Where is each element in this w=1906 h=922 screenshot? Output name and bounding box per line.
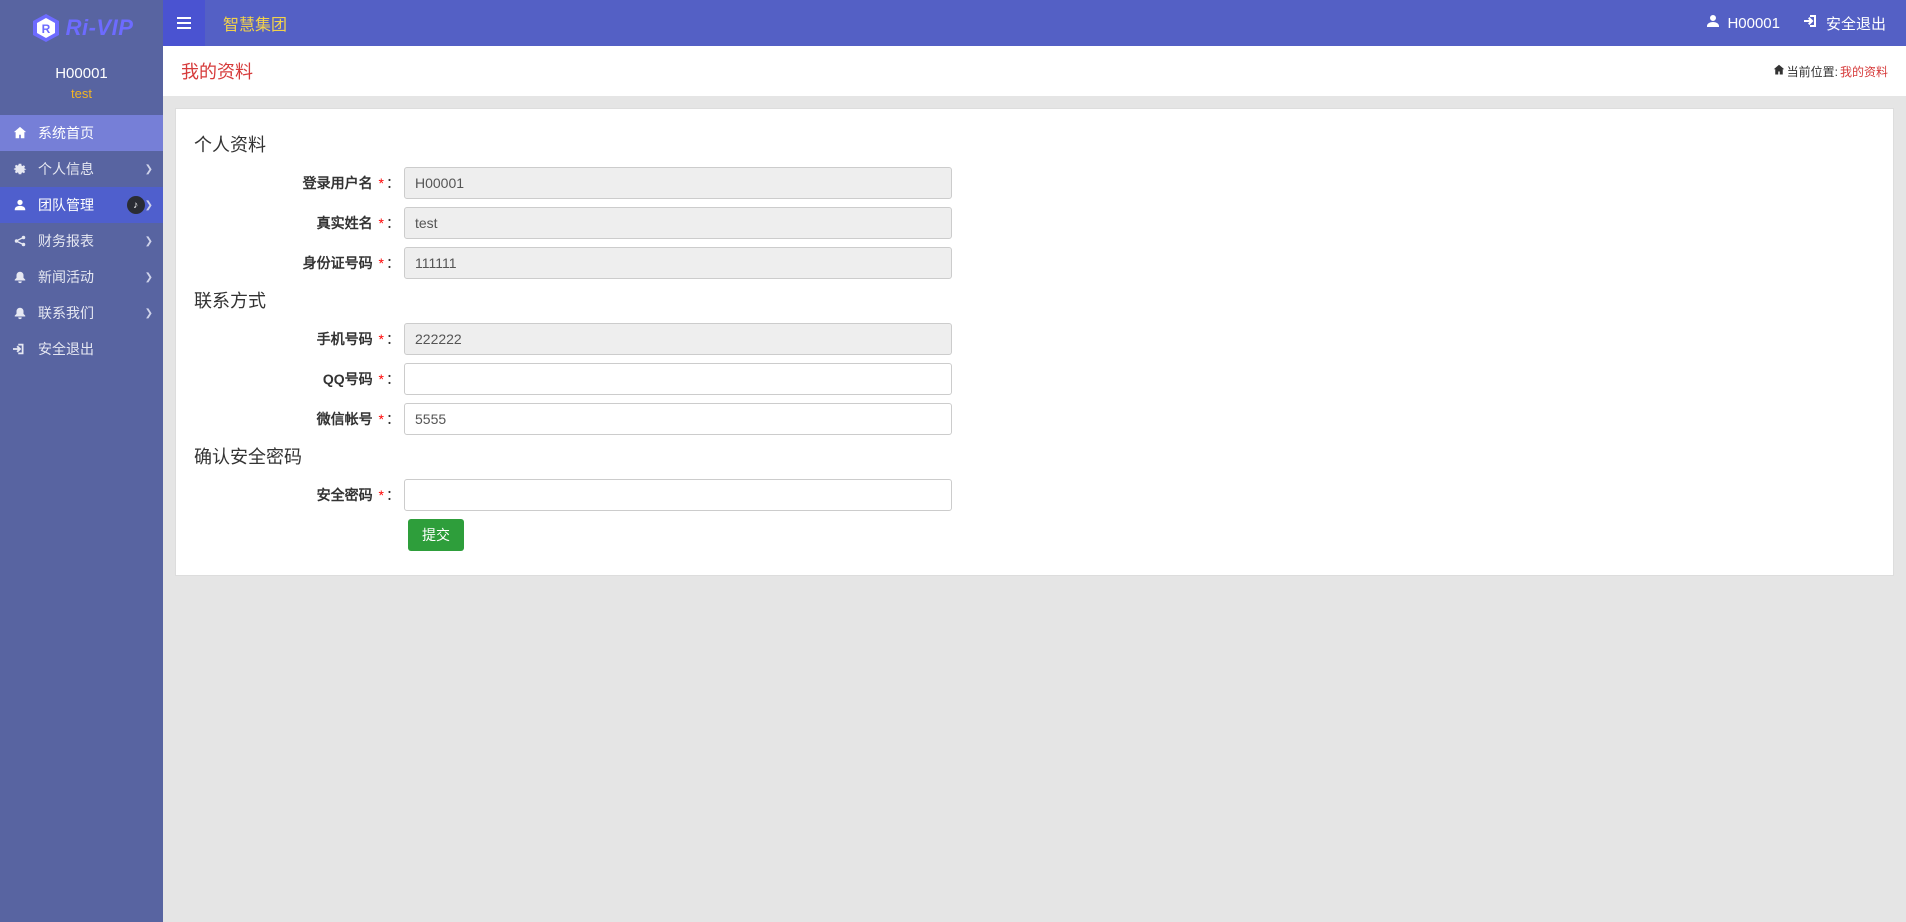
logo-icon: R xyxy=(30,12,62,44)
svg-text:R: R xyxy=(41,22,50,36)
sidebar-item-label: 财务报表 xyxy=(38,231,145,251)
bell-icon xyxy=(10,270,30,284)
input-id-number xyxy=(404,247,952,279)
user-icon xyxy=(1705,13,1721,33)
user-icon xyxy=(10,198,30,212)
logo-text: Ri-VIP xyxy=(66,15,134,41)
row-wechat: 微信帐号 *： xyxy=(194,403,1875,435)
menu-toggle-button[interactable] xyxy=(163,0,205,46)
section-confirm: 确认安全密码 xyxy=(194,443,1875,469)
chevron-right-icon: ❯ xyxy=(145,236,153,247)
exit-icon xyxy=(1804,13,1820,33)
sidebar-user-name: test xyxy=(0,86,163,101)
sidebar-item-label: 个人信息 xyxy=(38,159,145,179)
breadcrumb: 当前位置: 我的资料 xyxy=(1773,63,1888,80)
chevron-right-icon: ❯ xyxy=(145,272,153,283)
sidebar: R Ri-VIP H00001 test 系统首页 个人信息 ❯ xyxy=(0,0,163,922)
sidebar-item-label: 安全退出 xyxy=(38,339,153,359)
label-sec-pwd: 安全密码 *： xyxy=(194,485,404,505)
share-icon xyxy=(10,234,30,248)
content-area: 个人资料 登录用户名 *： 真实姓名 *： xyxy=(163,96,1906,588)
sidebar-item-label: 系统首页 xyxy=(38,123,153,143)
row-login-name: 登录用户名 *： xyxy=(194,167,1875,199)
topbar-title: 智慧集团 xyxy=(223,11,287,35)
chevron-right-icon: ❯ xyxy=(145,164,153,175)
sidebar-item-team[interactable]: 团队管理 ♪ ❯ xyxy=(0,187,163,223)
chevron-right-icon: ❯ xyxy=(145,200,153,211)
topbar-logout-link[interactable]: 安全退出 xyxy=(1792,0,1906,46)
sidebar-item-finance[interactable]: 财务报表 ❯ xyxy=(0,223,163,259)
label-wechat: 微信帐号 *： xyxy=(194,409,404,429)
input-sec-pwd[interactable] xyxy=(404,479,952,511)
sidebar-item-label: 团队管理 xyxy=(38,195,121,215)
sidebar-user-block: H00001 test xyxy=(0,55,163,115)
exit-icon xyxy=(10,342,30,356)
sidebar-item-profile[interactable]: 个人信息 ❯ xyxy=(0,151,163,187)
sidebar-item-contact[interactable]: 联系我们 ❯ xyxy=(0,295,163,331)
input-qq[interactable] xyxy=(404,363,952,395)
sidebar-item-label: 联系我们 xyxy=(38,303,145,323)
label-id-number: 身份证号码 *： xyxy=(194,253,404,273)
row-id-number: 身份证号码 *： xyxy=(194,247,1875,279)
row-sec-pwd: 安全密码 *： xyxy=(194,479,1875,511)
topbar: 智慧集团 H00001 安全退出 xyxy=(163,0,1906,46)
topbar-user-link[interactable]: H00001 xyxy=(1693,0,1792,46)
topbar-user-label: H00001 xyxy=(1727,15,1780,32)
label-login-name: 登录用户名 *： xyxy=(194,173,404,193)
home-icon xyxy=(1773,64,1785,79)
label-real-name: 真实姓名 *： xyxy=(194,213,404,233)
input-real-name xyxy=(404,207,952,239)
page-title: 我的资料 xyxy=(181,58,253,84)
bell-icon xyxy=(10,306,30,320)
submit-row: 提交 xyxy=(194,519,1875,551)
gear-icon xyxy=(10,162,30,176)
topbar-logout-label: 安全退出 xyxy=(1826,13,1886,34)
sidebar-item-label: 新闻活动 xyxy=(38,267,145,287)
sidebar-nav: 系统首页 个人信息 ❯ 团队管理 ♪ ❯ 财务 xyxy=(0,115,163,367)
input-login-name xyxy=(404,167,952,199)
input-wechat[interactable] xyxy=(404,403,952,435)
submit-button[interactable]: 提交 xyxy=(408,519,464,551)
sidebar-item-home[interactable]: 系统首页 xyxy=(0,115,163,151)
notification-badge: ♪ xyxy=(127,196,145,214)
row-mobile: 手机号码 *： xyxy=(194,323,1875,355)
chevron-right-icon: ❯ xyxy=(145,308,153,319)
row-real-name: 真实姓名 *： xyxy=(194,207,1875,239)
bars-icon xyxy=(177,17,191,29)
breadcrumb-prefix: 当前位置: xyxy=(1787,63,1838,80)
sidebar-user-id: H00001 xyxy=(0,65,163,82)
row-qq: QQ号码 *： xyxy=(194,363,1875,395)
breadcrumb-current[interactable]: 我的资料 xyxy=(1840,63,1888,80)
sidebar-item-logout[interactable]: 安全退出 xyxy=(0,331,163,367)
input-mobile xyxy=(404,323,952,355)
label-mobile: 手机号码 *： xyxy=(194,329,404,349)
home-icon xyxy=(10,126,30,140)
section-personal: 个人资料 xyxy=(194,131,1875,157)
form-card: 个人资料 登录用户名 *： 真实姓名 *： xyxy=(175,108,1894,576)
main-area: 智慧集团 H00001 安全退出 我的资料 xyxy=(163,0,1906,922)
section-contact: 联系方式 xyxy=(194,287,1875,313)
logo: R Ri-VIP xyxy=(0,0,163,55)
breadcrumb-bar: 我的资料 当前位置: 我的资料 xyxy=(163,46,1906,96)
label-qq: QQ号码 *： xyxy=(194,369,404,389)
sidebar-item-news[interactable]: 新闻活动 ❯ xyxy=(0,259,163,295)
